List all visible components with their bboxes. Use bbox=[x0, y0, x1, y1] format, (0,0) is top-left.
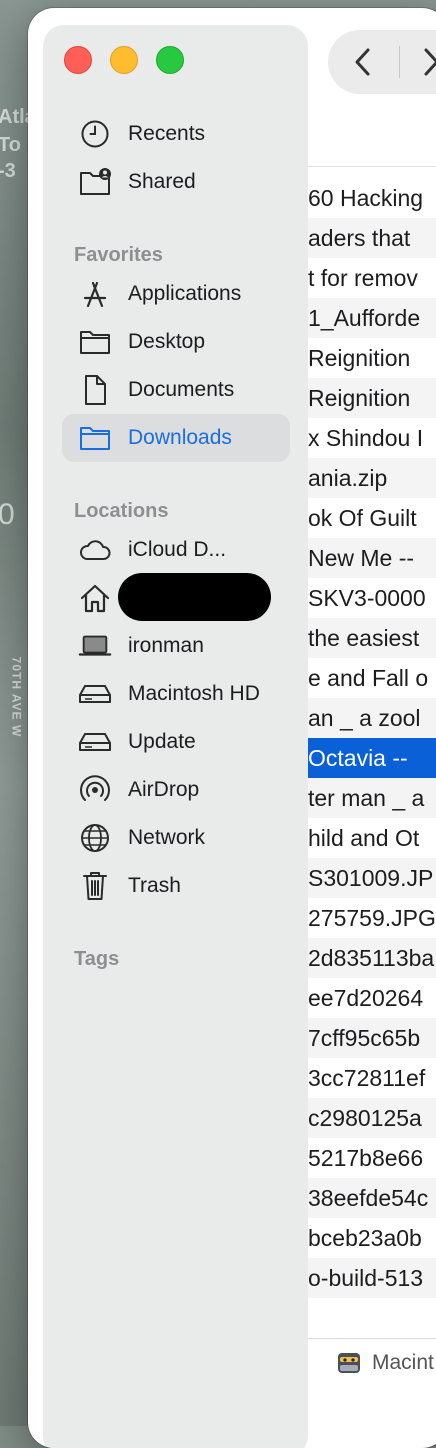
sidebar-item-label: iCloud D... bbox=[128, 538, 227, 561]
laptop-icon bbox=[78, 629, 112, 663]
sidebar-item-label: Desktop bbox=[128, 330, 206, 353]
maximize-button[interactable] bbox=[156, 46, 184, 74]
cloud-icon bbox=[78, 533, 112, 567]
home-icon bbox=[78, 581, 112, 615]
macintosh-hd-icon bbox=[338, 1353, 360, 1373]
sidebar-item-label: Recents bbox=[128, 122, 206, 145]
trash-icon bbox=[78, 869, 112, 903]
sidebar-item-shared[interactable]: Shared bbox=[62, 158, 290, 206]
sidebar-item-documents[interactable]: Documents bbox=[62, 366, 290, 414]
sidebar-item-desktop[interactable]: Desktop bbox=[62, 318, 290, 366]
path-bar-divider bbox=[308, 1338, 436, 1339]
file-row[interactable]: ania.zip bbox=[308, 458, 436, 498]
chevron-left-icon bbox=[355, 48, 370, 76]
finder-window: Recents Shared Favorites Applications De… bbox=[28, 8, 436, 1448]
file-row[interactable]: ee7d20264 bbox=[308, 978, 436, 1018]
redacted-username bbox=[118, 573, 271, 621]
file-row[interactable]: 275759.JPG bbox=[308, 898, 436, 938]
background-text-fragment: To bbox=[0, 134, 21, 156]
file-row[interactable]: 2d835113ba bbox=[308, 938, 436, 978]
clock-icon bbox=[78, 117, 112, 151]
drive-icon bbox=[78, 677, 112, 711]
file-row[interactable]: 60 Hacking bbox=[308, 178, 436, 218]
file-list: 60 Hacking aders that t for remov 1_Aufford… bbox=[308, 178, 436, 1298]
sidebar-item-downloads[interactable]: Downloads bbox=[62, 414, 290, 462]
sidebar-item-label: AirDrop bbox=[128, 778, 200, 801]
file-row[interactable]: 7cff95c65b bbox=[308, 1018, 436, 1058]
section-label-tags: Tags bbox=[74, 948, 120, 970]
close-button[interactable] bbox=[64, 46, 92, 74]
background-street-label: 70TH AVE W bbox=[9, 656, 24, 738]
file-row[interactable]: x Shindou I bbox=[308, 418, 436, 458]
file-row[interactable]: SKV3-0000 bbox=[308, 578, 436, 618]
sidebar-item-label: Macintosh HD bbox=[128, 682, 260, 705]
file-row[interactable]: 5217b8e66 bbox=[308, 1138, 436, 1178]
globe-icon bbox=[78, 821, 112, 855]
sidebar-item-update[interactable]: Update bbox=[62, 718, 290, 766]
file-row[interactable]: the easiest bbox=[308, 618, 436, 658]
sidebar-item-label: Applications bbox=[128, 282, 242, 305]
sidebar-item-label: Trash bbox=[128, 874, 181, 897]
sidebar-item-trash[interactable]: Trash bbox=[62, 862, 290, 910]
toolbar-divider bbox=[308, 166, 436, 167]
sidebar-item-label: Documents bbox=[128, 378, 235, 401]
downloads-folder-icon bbox=[78, 421, 112, 455]
file-row[interactable]: c2980125a bbox=[308, 1098, 436, 1138]
file-row[interactable]: Reignition bbox=[308, 378, 436, 418]
sidebar-item-macintosh-hd[interactable]: Macintosh HD bbox=[62, 670, 290, 718]
sidebar-item-label: Update bbox=[128, 730, 196, 753]
sidebar-item-ironman[interactable]: ironman bbox=[62, 622, 290, 670]
forward-button[interactable] bbox=[412, 44, 436, 80]
file-row[interactable]: New Me -- bbox=[308, 538, 436, 578]
sidebar-item-label: Network bbox=[128, 826, 206, 849]
back-button[interactable] bbox=[346, 44, 382, 80]
sidebar-item-label: ironman bbox=[128, 634, 204, 657]
minimize-button[interactable] bbox=[110, 46, 138, 74]
chevron-right-icon bbox=[424, 48, 436, 76]
sidebar-item-airdrop[interactable]: AirDrop bbox=[62, 766, 290, 814]
background-text-fragment: -3 bbox=[0, 160, 16, 182]
sidebar-item-label: Shared bbox=[128, 170, 196, 193]
file-row[interactable]: hild and Ot bbox=[308, 818, 436, 858]
applications-icon bbox=[78, 277, 112, 311]
sidebar-item-applications[interactable]: Applications bbox=[62, 270, 290, 318]
sidebar-item-recents[interactable]: Recents bbox=[62, 110, 290, 158]
file-row[interactable]: Reignition bbox=[308, 338, 436, 378]
navigation-buttons bbox=[328, 30, 436, 94]
file-row[interactable]: o-build-513 bbox=[308, 1258, 436, 1298]
path-bar[interactable]: Macint bbox=[336, 1350, 434, 1376]
document-icon bbox=[78, 373, 112, 407]
section-label-locations: Locations bbox=[74, 500, 169, 522]
sidebar-item-label: Downloads bbox=[128, 426, 232, 449]
section-label-favorites: Favorites bbox=[74, 244, 163, 266]
airdrop-icon bbox=[78, 773, 112, 807]
file-row[interactable]: 3cc72811ef bbox=[308, 1058, 436, 1098]
background-text-fragment: 0 bbox=[0, 498, 15, 531]
file-row-selected[interactable]: Octavia -- bbox=[308, 738, 436, 778]
nav-divider bbox=[399, 46, 400, 78]
file-row[interactable]: ter man _ a bbox=[308, 778, 436, 818]
file-row[interactable]: S301009.JP bbox=[308, 858, 436, 898]
shared-folder-icon bbox=[78, 165, 112, 199]
file-row[interactable]: t for remov bbox=[308, 258, 436, 298]
file-row[interactable]: an _ a zool bbox=[308, 698, 436, 738]
sidebar-item-network[interactable]: Network bbox=[62, 814, 290, 862]
drive-icon bbox=[78, 725, 112, 759]
file-row[interactable]: e and Fall o bbox=[308, 658, 436, 698]
sidebar-item-icloud-drive[interactable]: iCloud D... bbox=[62, 526, 290, 574]
file-row[interactable]: bceb23a0b bbox=[308, 1218, 436, 1258]
file-row[interactable]: 38eefde54c bbox=[308, 1178, 436, 1218]
file-row[interactable]: 1_Aufforde bbox=[308, 298, 436, 338]
file-row[interactable]: aders that bbox=[308, 218, 436, 258]
file-row[interactable]: ok Of Guilt bbox=[308, 498, 436, 538]
folder-icon bbox=[78, 325, 112, 359]
path-bar-label: Macint bbox=[372, 1351, 434, 1374]
